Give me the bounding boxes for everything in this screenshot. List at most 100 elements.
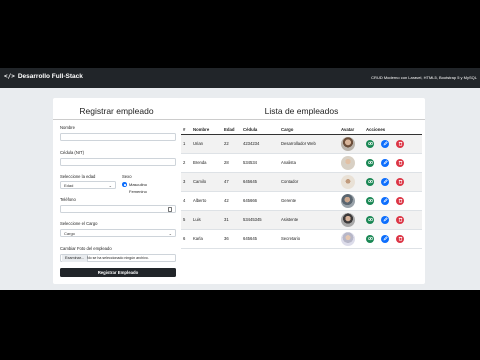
cell-nombre: Camilo — [191, 172, 222, 192]
sexo-label: Sexo — [122, 174, 132, 179]
delete-button[interactable] — [396, 196, 404, 205]
sexo-femenino-label: Femenino — [129, 189, 147, 194]
avatar-photo — [341, 212, 355, 227]
cell-cedula: 645645 — [241, 229, 279, 249]
register-form-card: Registrar empleado Nombre Cédula (NIT) S… — [53, 98, 180, 284]
edit-button[interactable] — [381, 177, 389, 186]
col-header-id: # — [181, 125, 191, 135]
table-row: 2 Brenda 28 534534 Analista — [181, 153, 422, 173]
table-header-row: # Nombre Edad Cédula Cargo Avatar Accion… — [181, 125, 422, 135]
cell-avatar — [339, 134, 364, 154]
cell-actions — [364, 153, 422, 173]
edit-button[interactable] — [381, 158, 389, 167]
cell-avatar — [339, 172, 364, 192]
cell-edad: 47 — [222, 172, 241, 192]
edad-label: Seleccione la edad — [60, 174, 96, 179]
cell-cargo: Secretario — [279, 229, 339, 249]
view-button[interactable] — [366, 139, 374, 148]
form-divider — [53, 119, 180, 120]
cargo-label: Seleccione el Cargo — [60, 221, 98, 226]
delete-button[interactable] — [396, 139, 404, 148]
cell-cargo: Analista — [279, 153, 339, 173]
navbar-subtitle: CRUD Moderno con Laravel, HTML5, Bootstr… — [371, 75, 477, 80]
edit-button[interactable] — [381, 215, 389, 224]
list-title: Lista de empleados — [264, 106, 339, 116]
cedula-label: Cédula (NIT) — [60, 150, 84, 155]
nombre-input[interactable] — [60, 133, 176, 141]
edit-button[interactable] — [381, 139, 389, 148]
cell-id: 5 — [181, 210, 191, 230]
cell-nombre: Urian — [191, 134, 222, 154]
col-header-nombre: Nombre — [191, 125, 222, 135]
view-button[interactable] — [366, 177, 374, 186]
code-icon: </> — [4, 73, 15, 80]
view-button[interactable] — [366, 196, 374, 205]
col-header-acciones: Acciones — [364, 125, 422, 135]
cargo-select[interactable]: Cargo ⌄ — [60, 229, 176, 237]
edad-select[interactable]: Edad ⌄ — [60, 181, 116, 189]
cell-avatar — [339, 229, 364, 249]
cell-cargo: Desarrollador Web — [279, 134, 339, 154]
calendar-icon[interactable] — [168, 207, 172, 212]
navbar: </> Desarrollo Full-Stack CRUD Moderno c… — [0, 68, 480, 88]
view-button[interactable] — [366, 234, 374, 243]
telefono-label: Teléfono — [60, 197, 76, 202]
delete-button[interactable] — [396, 234, 404, 243]
cell-actions — [364, 134, 422, 154]
nombre-label: Nombre — [60, 125, 75, 130]
foto-label: Cambiar Foto del empleado — [60, 246, 112, 251]
cell-cedula: 645666 — [241, 191, 279, 211]
register-button[interactable]: Registrar Empleado — [60, 268, 176, 277]
cell-actions — [364, 229, 422, 249]
cell-edad: 36 — [222, 229, 241, 249]
col-header-cedula: Cédula — [241, 125, 279, 135]
cell-actions — [364, 191, 422, 211]
navbar-brand[interactable]: </> Desarrollo Full-Stack — [4, 73, 83, 80]
cell-edad: 31 — [222, 210, 241, 230]
cell-actions — [364, 210, 422, 230]
cell-nombre: Karla — [191, 229, 222, 249]
cell-edad: 42 — [222, 191, 241, 211]
file-browse-button[interactable]: Examinar... — [62, 255, 88, 262]
edit-button[interactable] — [381, 196, 389, 205]
chevron-down-icon: ⌄ — [168, 231, 172, 236]
avatar-photo — [341, 231, 355, 246]
foto-file-input[interactable]: Examinar... No se ha seleccionado ningún… — [60, 254, 176, 262]
cell-id: 6 — [181, 229, 191, 249]
cell-edad: 22 — [222, 134, 241, 154]
avatar-photo — [341, 155, 355, 170]
telefono-input[interactable] — [60, 205, 176, 213]
table-row: 1 Urian 22 4234234 Desarrollador Web — [181, 134, 422, 154]
view-button[interactable] — [366, 158, 374, 167]
delete-button[interactable] — [396, 177, 404, 186]
table-row: 3 Camilo 47 645645 Contador — [181, 172, 422, 192]
cell-cedula: 4234234 — [241, 134, 279, 154]
view-button[interactable] — [366, 215, 374, 224]
cell-cedula: 534534 — [241, 153, 279, 173]
employee-list-card: Lista de empleados # Nombre Edad Cédula … — [178, 98, 425, 284]
edad-select-value: Edad — [64, 183, 74, 188]
table-row: 4 Alberto 42 645666 Gerente — [181, 191, 422, 211]
sexo-masculino-label: Masculino — [129, 182, 148, 187]
delete-button[interactable] — [396, 158, 404, 167]
cedula-input[interactable] — [60, 158, 176, 166]
col-header-cargo: Cargo — [279, 125, 339, 135]
avatar-photo — [341, 136, 355, 151]
col-header-avatar: Avatar — [339, 125, 364, 135]
avatar-photo — [341, 193, 355, 208]
list-divider — [178, 119, 425, 120]
sexo-masculino-radio[interactable] — [122, 182, 127, 187]
chevron-down-icon: ⌄ — [108, 183, 112, 188]
cell-id: 2 — [181, 153, 191, 173]
delete-button[interactable] — [396, 215, 404, 224]
avatar-photo — [341, 174, 355, 189]
cell-avatar — [339, 191, 364, 211]
edit-button[interactable] — [381, 234, 389, 243]
cell-cargo: Gerente — [279, 191, 339, 211]
cell-avatar — [339, 153, 364, 173]
cell-id: 3 — [181, 172, 191, 192]
cell-actions — [364, 172, 422, 192]
table-row: 6 Karla 36 645645 Secretario — [181, 229, 422, 249]
employee-table: # Nombre Edad Cédula Cargo Avatar Accion… — [181, 125, 422, 249]
cell-cedula: 645645 — [241, 172, 279, 192]
